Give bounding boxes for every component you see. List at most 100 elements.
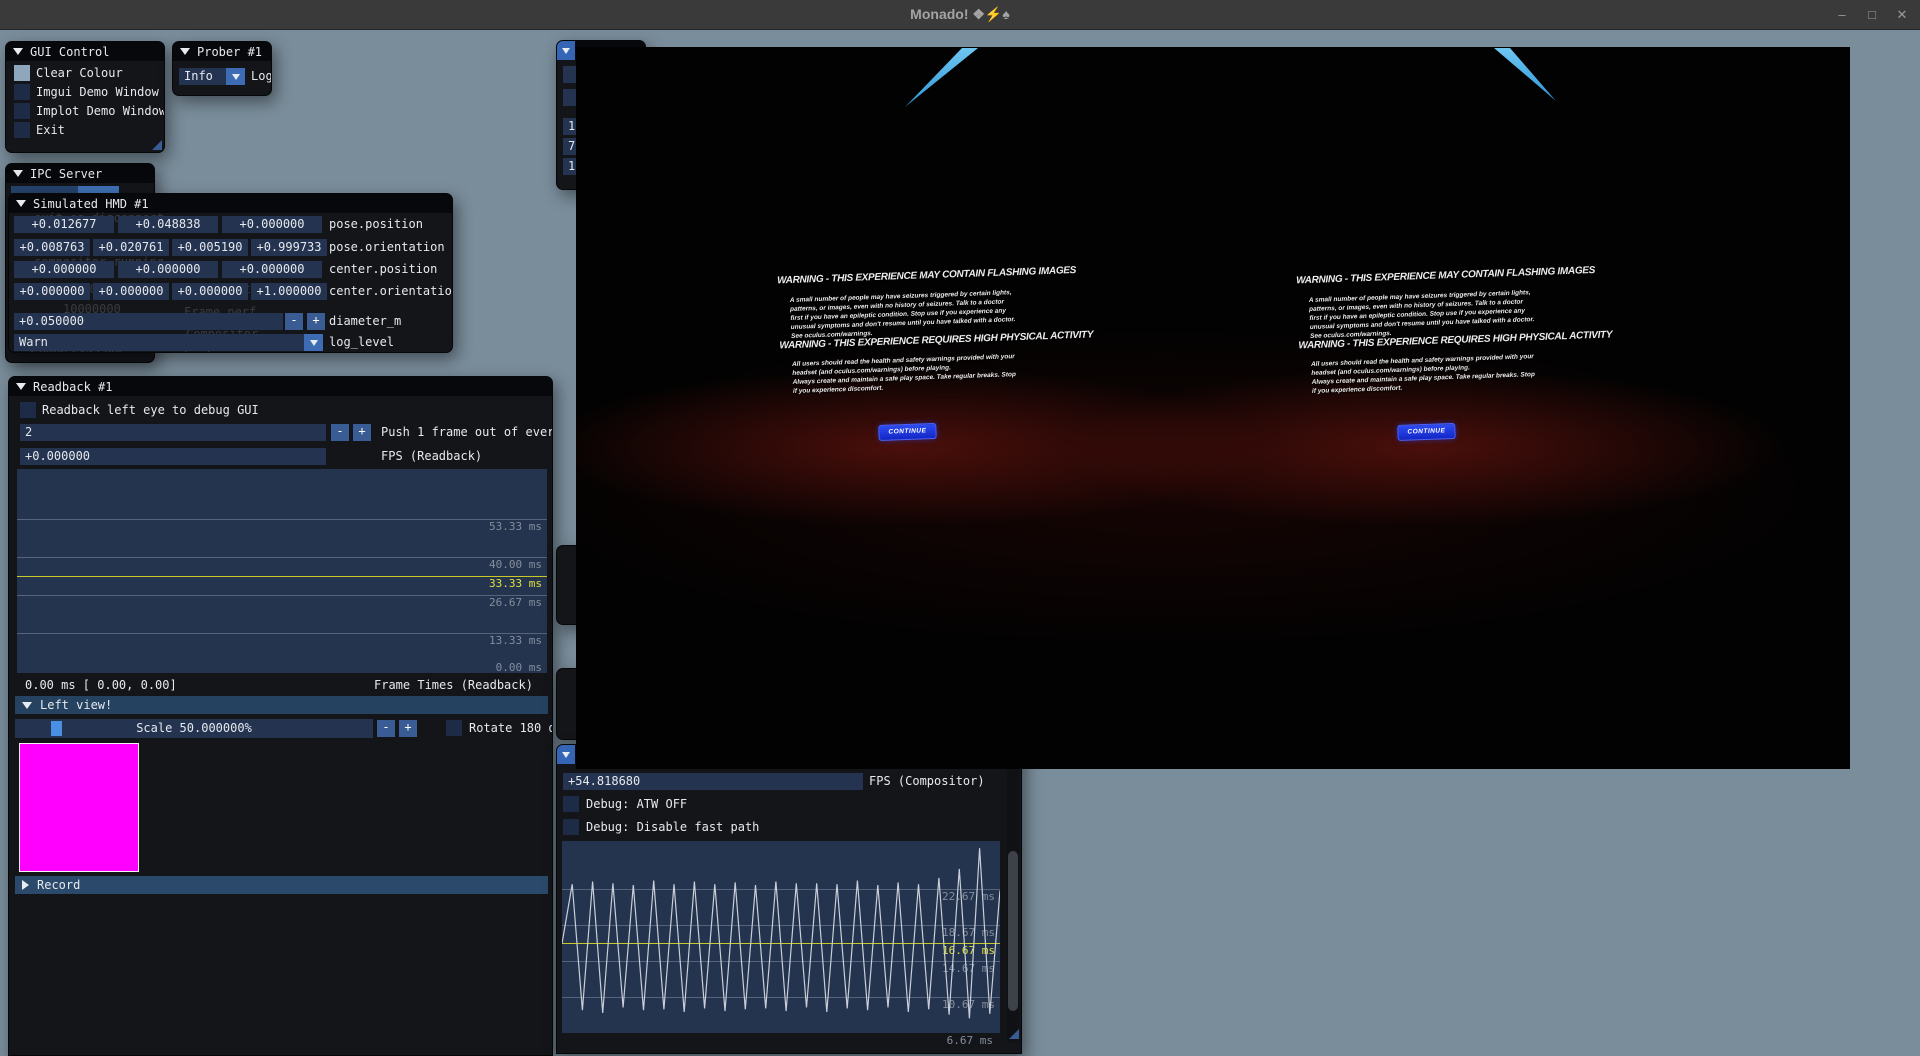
pose-orientation-w[interactable]: +0.999733	[251, 239, 327, 256]
prober-titlebar[interactable]: Prober #1	[173, 42, 271, 61]
center-position-z[interactable]: +0.000000	[222, 261, 322, 278]
highlight-gridline	[17, 576, 547, 577]
ipc-server-titlebar[interactable]: IPC Server	[6, 164, 154, 183]
collapse-icon[interactable]	[16, 383, 26, 390]
compositor-window[interactable]: +54.818680 FPS (Compositor) Debug: ATW O…	[556, 744, 1022, 1054]
resize-grip[interactable]	[1009, 1029, 1019, 1039]
center-orientation-y[interactable]: +0.000000	[93, 283, 169, 300]
gui-control-window[interactable]: GUI Control Clear Colour Imgui Demo Wind…	[5, 41, 165, 153]
streak-right-eye	[1494, 48, 1556, 101]
collapse-icon[interactable]	[16, 200, 26, 207]
readback-left-eye-checkbox[interactable]	[20, 402, 36, 418]
exit-label: Exit	[36, 122, 65, 139]
rotate-180-checkbox[interactable]	[446, 720, 462, 736]
diameter-input[interactable]: +0.050000	[14, 313, 283, 330]
clear-colour-label: Clear Colour	[36, 65, 123, 82]
record-header[interactable]: Record	[15, 876, 548, 894]
continue-button[interactable]: CONTINUE	[1397, 423, 1456, 441]
warning-flashing-title: WARNING - THIS EXPERIENCE MAY CONTAIN FL…	[1296, 267, 1546, 287]
collapse-icon[interactable]	[13, 48, 23, 55]
window-title: Monado! ❖⚡♠	[0, 6, 1920, 23]
lens-flare-streaks	[576, 47, 1850, 769]
gridline	[17, 519, 547, 520]
slider-grab[interactable]	[51, 721, 62, 736]
record-title: Record	[37, 878, 80, 892]
continue-button[interactable]: CONTINUE	[878, 423, 937, 441]
pose-orientation-x[interactable]: +0.008763	[14, 239, 90, 256]
tick-label: 0.00 ms	[496, 661, 542, 674]
fps-readback-field[interactable]: +0.000000	[20, 448, 326, 465]
readback-titlebar[interactable]: Readback #1	[9, 377, 552, 396]
simulated-hmd-window[interactable]: Simulated HMD #1 exit on disconnect runn…	[8, 193, 453, 353]
scale-minus-button[interactable]: -	[377, 720, 395, 737]
pose-position-label: pose.position	[329, 216, 423, 233]
collapse-icon[interactable]	[557, 41, 575, 60]
chevron-down-icon	[310, 340, 318, 346]
warning-flashing-title: WARNING - THIS EXPERIENCE MAY CONTAIN FL…	[777, 267, 1027, 287]
implot-demo-checkbox[interactable]	[14, 103, 30, 119]
scrollbar-thumb[interactable]	[1008, 851, 1018, 1011]
debug-atw-checkbox[interactable]	[563, 796, 579, 812]
push-frames-plus-button[interactable]: +	[353, 424, 371, 441]
imgui-demo-checkbox[interactable]	[14, 84, 30, 100]
center-orientation-z[interactable]: +0.000000	[172, 283, 248, 300]
scrollbar[interactable]	[1007, 767, 1019, 1043]
pose-position-y[interactable]: +0.048838	[118, 216, 218, 233]
push-frames-input[interactable]: 2	[20, 424, 326, 441]
gridline	[17, 595, 547, 596]
close-button[interactable]: ✕	[1888, 0, 1916, 30]
center-position-y[interactable]: +0.000000	[118, 261, 218, 278]
gridline	[17, 633, 547, 634]
center-orientation-label: center.orientation	[329, 283, 453, 300]
tick-label: 53.33 ms	[489, 520, 542, 533]
fps-compositor-field[interactable]: +54.818680	[563, 773, 863, 790]
gui-control-titlebar[interactable]: GUI Control	[6, 42, 164, 61]
maximize-button[interactable]: □	[1858, 0, 1886, 30]
gui-control-title: GUI Control	[30, 45, 109, 59]
scale-plus-button[interactable]: +	[399, 720, 417, 737]
simulated-hmd-title: Simulated HMD #1	[33, 197, 149, 211]
readback-window[interactable]: Readback #1 Readback left eye to debug G…	[8, 376, 553, 1056]
readback-plot-label: Frame Times (Readback)	[374, 677, 533, 694]
clear-colour-checkbox[interactable]	[14, 65, 30, 81]
pose-orientation-label: pose.orientation	[329, 239, 445, 256]
vr-right-eye-warning: WARNING - THIS EXPERIENCE MAY CONTAIN FL…	[1296, 262, 1552, 461]
compositor-frame-times-plot[interactable]: 22.67 ms 18.67 ms 16.67 ms 14.67 ms 10.6…	[562, 841, 1000, 1033]
diameter-plus-button[interactable]: +	[307, 313, 325, 330]
diameter-minus-button[interactable]: -	[285, 313, 303, 330]
collapse-icon[interactable]	[557, 745, 575, 764]
combo-arrow[interactable]	[304, 334, 323, 351]
exit-checkbox[interactable]	[14, 122, 30, 138]
tick-label-highlight: 33.33 ms	[489, 577, 542, 590]
center-orientation-w[interactable]: +1.000000	[251, 283, 327, 300]
center-position-x[interactable]: +0.000000	[14, 261, 114, 278]
ipc-server-title: IPC Server	[30, 167, 102, 181]
left-view-header[interactable]: Left view!	[15, 696, 548, 714]
os-titlebar[interactable]: Monado! ❖⚡♠ – □ ✕	[0, 0, 1920, 30]
pose-position-x[interactable]: +0.012677	[14, 216, 114, 233]
push-frames-minus-button[interactable]: -	[331, 424, 349, 441]
log-level-combo[interactable]: Warn	[14, 334, 323, 351]
debug-fast-path-checkbox[interactable]	[563, 819, 579, 835]
collapse-icon[interactable]	[13, 170, 23, 177]
prober-log-combo[interactable]: Info	[179, 68, 245, 85]
combo-arrow[interactable]	[226, 68, 245, 85]
debug-fast-path-label: Debug: Disable fast path	[586, 819, 759, 836]
resize-grip[interactable]	[152, 140, 162, 150]
readback-frame-times-plot[interactable]: 53.33 ms 40.00 ms 33.33 ms 26.67 ms 13.3…	[17, 469, 547, 673]
minimize-button[interactable]: –	[1828, 0, 1856, 30]
gridline	[17, 557, 547, 558]
pose-orientation-y[interactable]: +0.020761	[93, 239, 169, 256]
scale-slider[interactable]: Scale 50.000000%	[15, 719, 373, 738]
pose-orientation-z[interactable]: +0.005190	[172, 239, 248, 256]
left-view-image	[19, 743, 139, 872]
pose-position-z[interactable]: +0.000000	[222, 216, 322, 233]
center-orientation-x[interactable]: +0.000000	[14, 283, 90, 300]
tick-label: 40.00 ms	[489, 558, 542, 571]
implot-demo-label: Implot Demo Window	[36, 103, 165, 120]
collapse-icon[interactable]	[180, 48, 190, 55]
log-level-label: log_level	[329, 334, 394, 351]
diameter-label: diameter_m	[329, 313, 401, 330]
fps-compositor-label: FPS (Compositor)	[869, 773, 985, 790]
prober-window[interactable]: Prober #1 Info Log	[172, 41, 272, 96]
